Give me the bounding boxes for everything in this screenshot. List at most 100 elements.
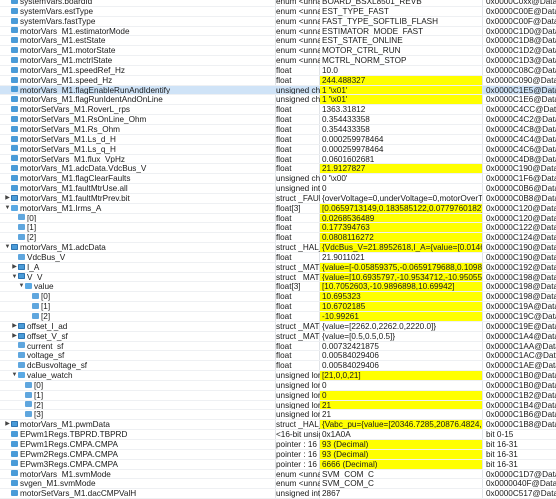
- table-row[interactable]: motorVars_M1.adcData.VdcBus_V float 21.912…: [0, 164, 556, 175]
- table-row[interactable]: motorVars_M1.motorState enum <unnamed>MOT…: [0, 46, 556, 57]
- expression-cell[interactable]: VdcBus_V: [0, 253, 275, 262]
- value-cell[interactable]: 93 (Decimal): [320, 449, 482, 459]
- table-row[interactable]: motorVars_M1.speed_Hz float 244.488327 0x00…: [0, 75, 556, 86]
- value-cell[interactable]: 21: [320, 400, 482, 410]
- value-cell[interactable]: 0.0268536489: [320, 213, 482, 223]
- value-cell[interactable]: 10.6702185: [320, 302, 482, 311]
- value-cell[interactable]: 244.488327: [320, 75, 482, 85]
- expression-cell[interactable]: svgen_M1.svmMode: [0, 479, 275, 488]
- expression-cell[interactable]: motorVars_M1.speedRef_Hz: [0, 66, 275, 75]
- expression-cell[interactable]: ▼ motorVars_M1.Irms_A: [0, 204, 275, 213]
- table-row[interactable]: systemVars.fastType enum <unnamed>FAST_TY…: [0, 17, 556, 27]
- value-cell[interactable]: [21,0,0,21]: [320, 371, 482, 380]
- value-cell[interactable]: 0.177394763: [320, 223, 482, 233]
- table-row[interactable]: motorSetVars_M1.dacCMPValH unsigned int 28…: [0, 489, 556, 499]
- expression-cell[interactable]: motorVars_M1.speed_Hz: [0, 76, 275, 85]
- value-cell[interactable]: EST_STATE_ONLINE: [320, 36, 482, 45]
- value-cell[interactable]: 0: [320, 184, 482, 193]
- expression-cell[interactable]: [0]: [0, 292, 275, 301]
- expression-cell[interactable]: motorVars_M1.flagRunIdentAndOnLine: [0, 95, 275, 104]
- table-row[interactable]: motorVars_M1.estState enum <unnamed>EST_S…: [0, 36, 556, 47]
- expression-cell[interactable]: ▶ offset_V_sf: [0, 332, 275, 341]
- table-row[interactable]: [1] unsigned long0 0x0000C1B2@Data: [0, 390, 556, 401]
- table-row[interactable]: ▶ offset_I_ad struct _MATH_Vec3_{value=[22…: [0, 322, 556, 332]
- expression-cell[interactable]: motorSetVars_M1.Ls_q_H: [0, 145, 275, 154]
- value-cell[interactable]: 21.9011021: [320, 253, 482, 262]
- expression-cell[interactable]: ▼ motorVars_M1.adcData: [0, 243, 275, 252]
- expression-cell[interactable]: [2]: [0, 233, 275, 242]
- expression-cell[interactable]: [0]: [0, 214, 275, 222]
- table-row[interactable]: motorVars_M1.flagEnableRunAndIdentify uns…: [0, 85, 556, 96]
- value-cell[interactable]: [10.7052603,-10.9896898,10.69942]: [320, 282, 482, 292]
- expression-cell[interactable]: EPwm2Regs.CMPA.CMPA: [0, 450, 275, 459]
- expression-cell[interactable]: ▶ motorVars_M1.faultMtrPrev.bit: [0, 194, 275, 203]
- table-row[interactable]: EPwm1Regs.CMPA.CMPA pointer : 16 93 (Decim…: [0, 439, 556, 450]
- expression-cell[interactable]: [2]: [0, 401, 275, 409]
- expression-cell[interactable]: ▼ value: [0, 282, 275, 291]
- expression-cell[interactable]: motorVars_M1.mctrlState: [0, 56, 275, 65]
- value-cell[interactable]: FAST_TYPE_SOFTLIB_FLASH: [320, 17, 482, 26]
- expression-cell[interactable]: motorVars_M1.svmMode: [0, 470, 275, 478]
- value-cell[interactable]: 0.0601602681: [320, 155, 482, 164]
- expression-cell[interactable]: ▶ offset_I_ad: [0, 322, 275, 331]
- table-row[interactable]: dcBusvoltage_sf float 0.00584029406 0x0000C…: [0, 361, 556, 372]
- value-cell[interactable]: 0.354433358: [320, 125, 482, 134]
- table-row[interactable]: motorSetVars_M1.Ls_q_H float 0.00025997846…: [0, 145, 556, 155]
- expand-arrow-icon[interactable]: ▼: [11, 371, 18, 380]
- table-row[interactable]: ▼ value float[3] [10.7052603,-10.9896898,10…: [0, 282, 556, 293]
- expression-cell[interactable]: [1]: [0, 302, 275, 311]
- expression-cell[interactable]: ▶ motorVars_M1.pwmData: [0, 420, 275, 429]
- expression-cell[interactable]: systemVars.estType: [0, 7, 275, 16]
- table-row[interactable]: systemVars.boardId enum <unnamed>BOARD_BS…: [0, 0, 556, 7]
- value-cell[interactable]: 0: [320, 381, 482, 390]
- value-cell[interactable]: 21.9127827: [320, 164, 482, 174]
- value-cell[interactable]: MOTOR_CTRL_RUN: [320, 46, 482, 55]
- table-row[interactable]: EPwm2Regs.CMPA.CMPA pointer : 16 93 (Decim…: [0, 449, 556, 460]
- table-row[interactable]: motorVars_M1.flagRunIdentAndOnLine unsign…: [0, 95, 556, 106]
- value-cell[interactable]: {VdcBus_V=21.8952618,I_A={value=[0.01464…: [320, 243, 482, 252]
- expression-cell[interactable]: [1]: [0, 223, 275, 232]
- collapse-arrow-icon[interactable]: ▶: [4, 420, 11, 429]
- expression-cell[interactable]: motorSetVars_M1.dacCMPValH: [0, 489, 275, 498]
- expression-cell[interactable]: ▶ I_A: [0, 263, 275, 272]
- value-cell[interactable]: 6666 (Decimal): [320, 459, 482, 469]
- expression-cell[interactable]: [3]: [0, 410, 275, 419]
- expression-cell[interactable]: ▼ value_watch: [0, 371, 275, 380]
- value-cell[interactable]: 0x1A0A: [320, 430, 482, 439]
- table-row[interactable]: systemVars.estType enum <unnamed>EST_TYPE…: [0, 7, 556, 17]
- value-cell[interactable]: {value=[-0.05859375,-0.0659179688,0.1098…: [320, 262, 482, 272]
- expression-cell[interactable]: ▼ V_V: [0, 273, 275, 282]
- expression-cell[interactable]: motorVars_M1.faultMtrUse.all: [0, 184, 275, 193]
- table-row[interactable]: motorSetVars_M1.Ls_d_H float 0.00025997846…: [0, 135, 556, 145]
- value-cell[interactable]: 10.0: [320, 66, 482, 75]
- table-row[interactable]: [0] float 10.695323 0x0000C198@Data: [0, 292, 556, 303]
- value-cell[interactable]: 0.00584029406: [320, 361, 482, 370]
- expression-cell[interactable]: [1]: [0, 391, 275, 400]
- expression-cell[interactable]: current_sf: [0, 342, 275, 350]
- table-row[interactable]: motorVars_M1.speedRef_Hz float 10.0 0x0000C…: [0, 66, 556, 76]
- table-row[interactable]: [2] float 0.0808116272 0x0000C124@Data: [0, 233, 556, 244]
- expand-arrow-icon[interactable]: ▼: [4, 243, 11, 252]
- value-cell[interactable]: 1 '\x01': [320, 95, 482, 105]
- table-row[interactable]: motorSetVars_M1.RoverL_rps float 1363.3181…: [0, 105, 556, 116]
- value-cell[interactable]: 0 '\x00': [320, 174, 482, 183]
- table-row[interactable]: svgen_M1.svmMode enum <unnamed>SVM_COM_C 0…: [0, 479, 556, 490]
- value-cell[interactable]: 0: [320, 390, 482, 400]
- expression-cell[interactable]: voltage_sf: [0, 351, 275, 360]
- table-row[interactable]: EPwm1Regs.TBPRD.TBPRD <16-bit unsigned>0x…: [0, 430, 556, 440]
- value-cell[interactable]: 0.354433358: [320, 115, 482, 124]
- value-cell[interactable]: ESTIMATOR_MODE_FAST: [320, 27, 482, 36]
- expression-cell[interactable]: EPwm1Regs.CMPA.CMPA: [0, 440, 275, 449]
- expression-cell[interactable]: EPwm3Regs.CMPA.CMPA: [0, 460, 275, 469]
- table-row[interactable]: ▶ motorVars_M1.pwmData struct _HAL_PWMData…: [0, 420, 556, 431]
- value-cell[interactable]: 0.000259978464: [320, 135, 482, 144]
- table-row[interactable]: [2] unsigned long21 0x0000C1B4@Data: [0, 400, 556, 411]
- expression-cell[interactable]: systemVars.fastType: [0, 17, 275, 26]
- expression-cell[interactable]: motorSetVars_M1.Ls_d_H: [0, 135, 275, 144]
- table-row[interactable]: voltage_sf float 0.00584029406 0x0000C1AC@D…: [0, 351, 556, 362]
- expression-cell[interactable]: motorSetVars_M1.Rs_Ohm: [0, 125, 275, 134]
- value-cell[interactable]: BOARD_BSXL8501_REVB: [320, 0, 482, 6]
- value-cell[interactable]: -10.99261: [320, 312, 482, 321]
- expression-cell[interactable]: systemVars.boardId: [0, 0, 275, 6]
- collapse-arrow-icon[interactable]: ▶: [11, 322, 18, 331]
